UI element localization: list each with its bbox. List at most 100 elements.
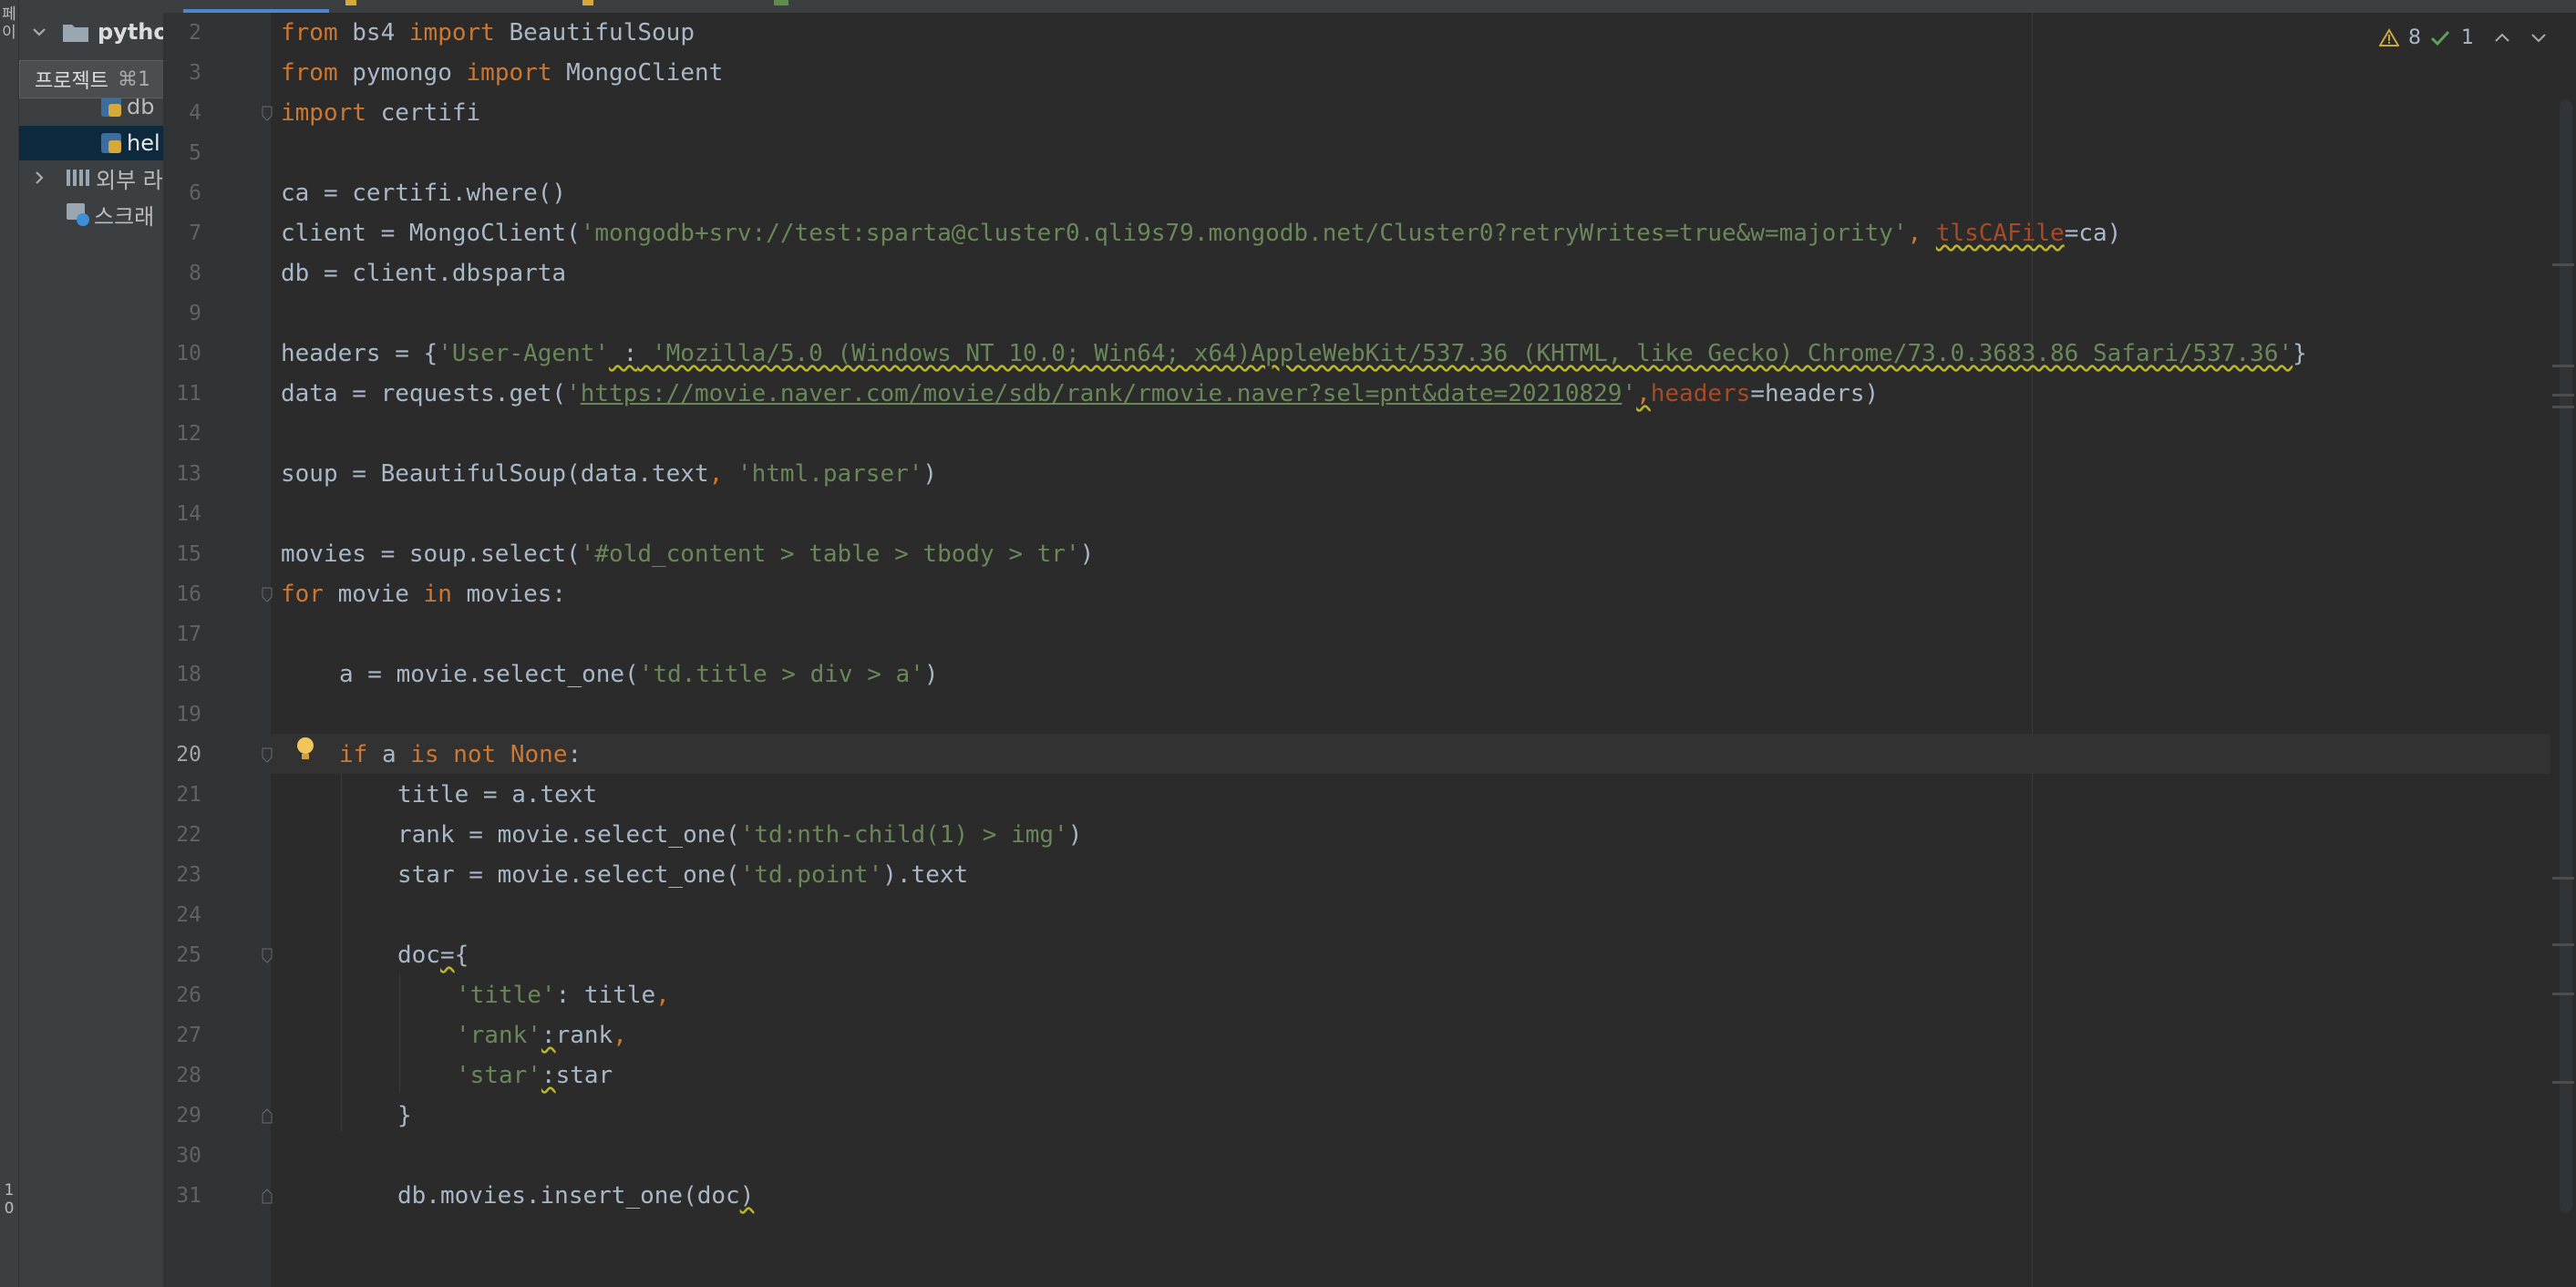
error-stripe-marker[interactable] (2552, 394, 2574, 396)
tool-window-strip: 페이 10 (0, 0, 19, 1287)
scratches-icon (67, 203, 89, 226)
weak-warnings-count: 1 (2461, 26, 2474, 49)
line-number: 28 (176, 1064, 201, 1087)
indent-guide (341, 774, 342, 1131)
library-icon (67, 170, 89, 186)
tree-item-external-libraries[interactable]: 외부 라 (19, 160, 163, 195)
line-number: 31 (176, 1184, 201, 1208)
line-number: 9 (189, 302, 201, 325)
line-number: 24 (176, 903, 201, 927)
line-number: 16 (176, 582, 201, 606)
error-stripe-marker[interactable] (2552, 365, 2574, 367)
chevron-down-icon[interactable] (2529, 28, 2549, 46)
code-line-4[interactable]: import certifi (281, 93, 480, 133)
fold-marker-icon[interactable] (261, 105, 273, 121)
line-number: 19 (176, 703, 201, 726)
code-line-8[interactable]: db = client.dbsparta (281, 253, 566, 293)
code-line-18[interactable]: a = movie.select_one('td.title > div > a… (339, 654, 938, 695)
error-stripe-marker[interactable] (2552, 263, 2574, 266)
check-icon (2430, 30, 2450, 46)
line-number: 29 (176, 1104, 201, 1127)
project-panel: pytho db hel 외부 라 스크래 (19, 0, 163, 1287)
code-line-20[interactable]: if a is not None: (339, 735, 582, 775)
code-line-22[interactable]: rank = movie.select_one('td:nth-child(1)… (397, 815, 1082, 855)
line-number: 13 (176, 462, 201, 486)
tab-icon (774, 0, 788, 5)
line-number: 15 (176, 542, 201, 566)
chevron-down-icon[interactable] (30, 23, 48, 41)
line-number: 14 (176, 502, 201, 526)
line-number: 6 (189, 181, 201, 205)
editor-tab-strip (163, 0, 2576, 13)
code-line-2[interactable]: from bs4 import BeautifulSoup (281, 13, 695, 53)
code-line-26[interactable]: 'title': title, (456, 975, 670, 1015)
python-file-icon (101, 133, 121, 153)
chevron-right-icon[interactable] (30, 169, 48, 187)
error-stripe-marker[interactable] (2552, 877, 2574, 880)
tree-item-hello[interactable]: hel (19, 126, 163, 160)
bottom-strip-label[interactable]: 10 (0, 1181, 18, 1218)
tooltip-shortcut: ⌘1 (117, 67, 150, 91)
line-number: 23 (176, 863, 201, 887)
code-line-31[interactable]: db.movies.insert_one(doc) (397, 1176, 754, 1216)
line-number: 27 (176, 1024, 201, 1047)
code-line-7[interactable]: client = MongoClient('mongodb+srv://test… (281, 213, 2121, 253)
project-strip-label[interactable]: 페이 (0, 5, 18, 42)
tooltip-label: 프로젝트 (35, 70, 108, 93)
code-line-16[interactable]: for movie in movies: (281, 574, 566, 614)
line-number: 4 (189, 101, 201, 125)
code-line-25[interactable]: doc={ (397, 935, 469, 975)
current-line-highlight (271, 734, 2550, 774)
line-number: 17 (176, 623, 201, 646)
line-number: 26 (176, 983, 201, 1007)
line-number: 18 (176, 663, 201, 686)
fold-marker-icon[interactable] (261, 1107, 273, 1124)
line-number-current: 20 (176, 743, 201, 767)
tree-root-python[interactable]: pytho (19, 15, 163, 49)
inspection-widget[interactable]: 8 1 (2379, 22, 2549, 53)
line-number: 7 (189, 221, 201, 245)
warnings-count: 8 (2408, 26, 2421, 49)
line-number: 3 (189, 61, 201, 85)
code-line-10[interactable]: headers = {'User-Agent' : 'Mozilla/5.0 (… (281, 334, 2307, 374)
line-number: 2 (189, 21, 201, 45)
chevron-up-icon[interactable] (2492, 28, 2512, 46)
vertical-scrollbar[interactable] (2560, 100, 2572, 1212)
tree-item-label: hel (127, 130, 160, 156)
folder-icon (63, 25, 88, 42)
line-number: 21 (176, 783, 201, 807)
warning-triangle-icon (2379, 28, 2399, 46)
line-number: 12 (176, 422, 201, 446)
code-line-15[interactable]: movies = soup.select('#old_content > tab… (281, 534, 1094, 574)
lightbulb-icon[interactable] (294, 735, 317, 764)
error-stripe-marker[interactable] (2552, 993, 2574, 995)
error-stripe-marker[interactable] (2552, 406, 2574, 408)
tree-item-label: 외부 라 (96, 167, 163, 193)
code-line-13[interactable]: soup = BeautifulSoup(data.text, 'html.pa… (281, 454, 937, 494)
code-line-27[interactable]: 'rank':rank, (456, 1015, 627, 1055)
line-number: 30 (176, 1144, 201, 1168)
line-number: 5 (189, 141, 201, 165)
code-line-3[interactable]: from pymongo import MongoClient (281, 53, 723, 93)
code-line-29[interactable]: } (397, 1096, 412, 1136)
fold-marker-icon[interactable] (261, 746, 273, 763)
fold-marker-icon[interactable] (261, 947, 273, 963)
tree-root-label: pytho (98, 19, 163, 45)
tree-item-scratches[interactable]: 스크래 (19, 197, 163, 232)
tab-file-icon (582, 0, 593, 5)
code-line-23[interactable]: star = movie.select_one('td.point').text (397, 855, 968, 895)
code-line-6[interactable]: ca = certifi.where() (281, 173, 566, 213)
code-line-11[interactable]: data = requests.get('https://movie.naver… (281, 374, 1879, 414)
error-stripe-marker[interactable] (2552, 943, 2574, 946)
error-stripe-marker[interactable] (2552, 1081, 2574, 1084)
code-editor[interactable] (271, 13, 2576, 1287)
line-number: 11 (176, 382, 201, 406)
line-number: 25 (176, 943, 201, 967)
fold-marker-icon[interactable] (261, 1188, 273, 1204)
tree-item-label: 스크래 (94, 203, 155, 230)
project-tooltip: 프로젝트 ⌘1 (19, 60, 180, 98)
indent-guide (399, 974, 400, 1093)
code-line-28[interactable]: 'star':star (456, 1055, 613, 1096)
fold-marker-icon[interactable] (261, 586, 273, 602)
code-line-21[interactable]: title = a.text (397, 775, 597, 815)
